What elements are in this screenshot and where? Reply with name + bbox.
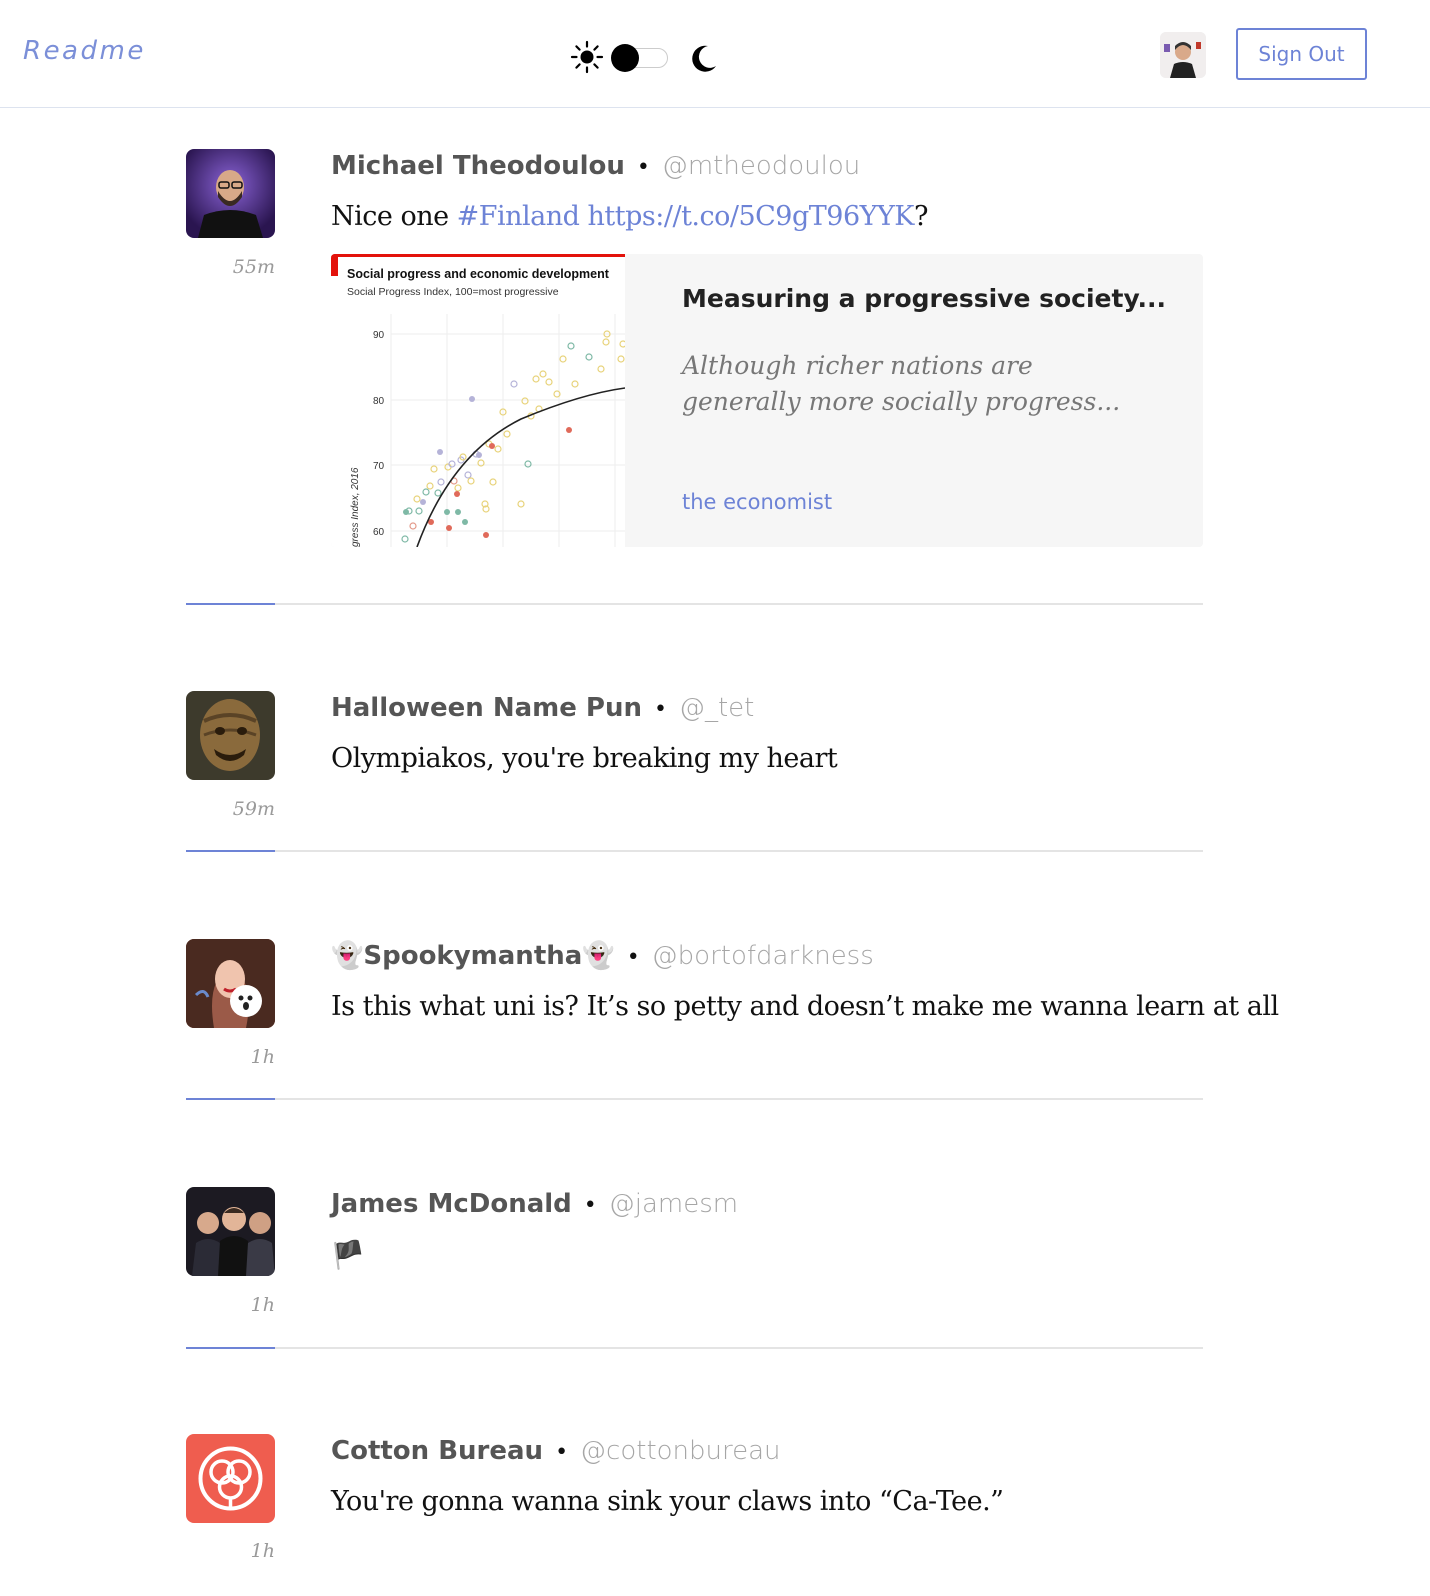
tweet-time[interactable]: 55m xyxy=(186,256,275,278)
tweet-text: Olympiakos, you're breaking my heart xyxy=(331,743,838,774)
divider-accent xyxy=(186,1098,275,1100)
divider-accent xyxy=(186,850,275,852)
tweet-avatar[interactable] xyxy=(186,149,275,238)
tweet-author-handle[interactable]: @jamesm xyxy=(609,1189,738,1219)
top-bar: Readme Sign Out xyxy=(0,0,1430,108)
hashtag-link[interactable]: #Finland xyxy=(457,201,580,232)
tweet-header: Cotton Bureau • @cottonbureau xyxy=(331,1436,781,1466)
app-logo[interactable]: Readme xyxy=(23,36,146,66)
thumbnail-chart: Social progress and economic development… xyxy=(331,254,627,547)
divider-accent xyxy=(186,1347,275,1349)
card-description: Although richer nations are generally mo… xyxy=(682,351,1121,416)
separator-dot: • xyxy=(626,945,640,970)
tweet-time[interactable]: 1h xyxy=(186,1540,275,1562)
tweet-header: Halloween Name Pun • @_tet xyxy=(331,693,754,723)
tweet-time[interactable]: 59m xyxy=(186,798,275,820)
tweet-text: Is this what uni is? It’s so petty and d… xyxy=(331,991,1279,1022)
thumb-tick: 70 xyxy=(373,461,385,472)
link-preview-card[interactable]: Social progress and economic development… xyxy=(331,254,1203,547)
tweet-text: 🏴 xyxy=(331,1240,365,1271)
tweet-divider xyxy=(186,603,1203,605)
separator-dot: • xyxy=(555,1440,569,1465)
tweet-time[interactable]: 1h xyxy=(186,1294,275,1316)
separator-dot: • xyxy=(583,1193,597,1218)
tweet-divider xyxy=(186,1347,1203,1349)
separator-dot: • xyxy=(636,155,650,180)
tweet-avatar[interactable] xyxy=(186,1434,275,1523)
tweet-author-name[interactable]: 👻Spookymantha👻 xyxy=(331,941,615,971)
tweet-header: 👻Spookymantha👻 • @bortofdarkness xyxy=(331,941,874,971)
tweet-avatar[interactable] xyxy=(186,691,275,780)
tweet-author-handle[interactable]: @mtheodoulou xyxy=(662,151,860,181)
tweet-author-handle[interactable]: @cottonbureau xyxy=(580,1436,780,1466)
tweet-time[interactable]: 1h xyxy=(186,1046,275,1068)
tweet-author-name[interactable]: Cotton Bureau xyxy=(331,1436,543,1466)
divider-accent xyxy=(186,603,275,605)
url-link[interactable]: https://t.co/5C9gT96YYK xyxy=(588,201,915,232)
card-title[interactable]: Measuring a progressive society... xyxy=(682,284,1166,313)
tweet-text-prefix: Nice one xyxy=(331,201,457,232)
moon-icon xyxy=(692,45,716,72)
theme-toggle-knob[interactable] xyxy=(611,44,639,72)
tweet-header: James McDonald • @jamesm xyxy=(331,1189,738,1219)
thumb-tick: 80 xyxy=(373,396,385,407)
tweet-avatar[interactable] xyxy=(186,1187,275,1276)
thumb-title: Social progress and economic development xyxy=(347,267,610,281)
sign-out-button[interactable]: Sign Out xyxy=(1236,28,1367,80)
tweet-header: Michael Theodoulou • @mtheodoulou xyxy=(331,151,860,181)
current-user-avatar[interactable] xyxy=(1160,32,1206,78)
card-source[interactable]: the economist xyxy=(682,490,832,514)
tweet-author-name[interactable]: Halloween Name Pun xyxy=(331,693,642,723)
tweet-author-handle[interactable]: @bortofdarkness xyxy=(652,941,874,971)
tweet-text: You're gonna wanna sink your claws into … xyxy=(331,1486,1004,1517)
tweet-author-handle[interactable]: @_tet xyxy=(679,693,754,723)
tweet-avatar[interactable] xyxy=(186,939,275,1028)
thumb-tick: 90 xyxy=(373,330,385,341)
separator-dot: • xyxy=(654,697,667,722)
tweet-divider xyxy=(186,1098,1203,1100)
tweet-text: Nice one #Finland https://t.co/5C9gT96YY… xyxy=(331,201,928,232)
thumb-tick: 60 xyxy=(373,527,385,538)
theme-switcher xyxy=(570,40,720,76)
tweet-author-name[interactable]: Michael Theodoulou xyxy=(331,151,625,181)
tweet-divider xyxy=(186,850,1203,852)
card-thumbnail: Social progress and economic development… xyxy=(331,254,627,547)
thumb-ylabel: gress Index, 2016 xyxy=(350,467,361,547)
thumb-subtitle: Social Progress Index, 100=most progress… xyxy=(347,286,559,298)
tweet-author-name[interactable]: James McDonald xyxy=(331,1189,572,1219)
tweet-text-suffix: ? xyxy=(913,201,928,232)
sun-icon xyxy=(570,40,604,74)
